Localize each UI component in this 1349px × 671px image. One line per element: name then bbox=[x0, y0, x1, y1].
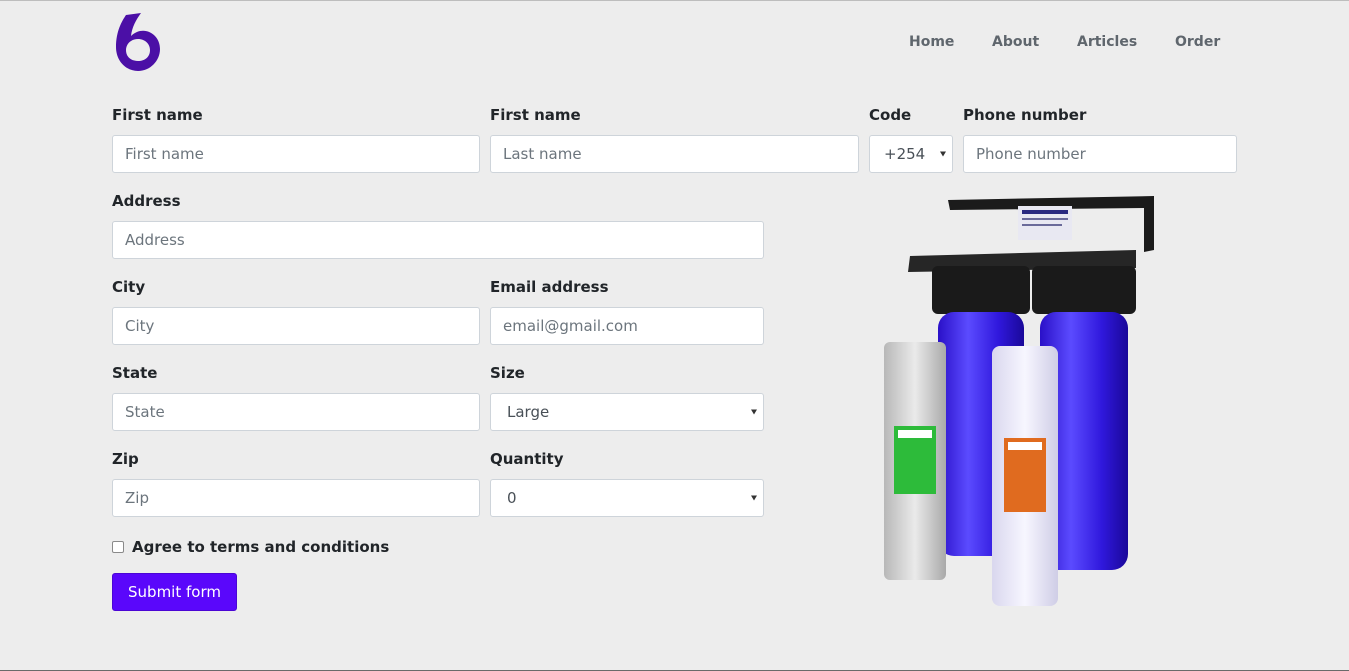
address-label: Address bbox=[112, 192, 181, 210]
nav-order-link[interactable]: Order bbox=[1175, 34, 1220, 50]
first-name-label: First name bbox=[112, 106, 203, 124]
city-input[interactable] bbox=[112, 307, 480, 345]
terms-checkbox[interactable] bbox=[112, 541, 124, 553]
chevron-down-icon bbox=[751, 409, 757, 415]
nav-home-link[interactable]: Home bbox=[909, 34, 954, 50]
main-nav: Home About Articles Order bbox=[0, 34, 1349, 54]
country-code-select[interactable]: +254 bbox=[869, 135, 953, 173]
state-input[interactable] bbox=[112, 393, 480, 431]
chevron-down-icon bbox=[751, 495, 757, 501]
terms-row: Agree to terms and conditions bbox=[112, 537, 389, 557]
address-input[interactable] bbox=[112, 221, 764, 259]
nav-articles-link[interactable]: Articles bbox=[1077, 34, 1137, 50]
quantity-select[interactable]: 0 bbox=[490, 479, 764, 517]
zip-input[interactable] bbox=[112, 479, 480, 517]
water-filter-product-image bbox=[884, 196, 1154, 606]
phone-label: Phone number bbox=[963, 106, 1087, 124]
quantity-label: Quantity bbox=[490, 450, 564, 468]
terms-label[interactable]: Agree to terms and conditions bbox=[132, 538, 389, 556]
zip-label: Zip bbox=[112, 450, 139, 468]
code-label: Code bbox=[869, 106, 912, 124]
size-label: Size bbox=[490, 364, 525, 382]
chevron-down-icon bbox=[940, 151, 946, 157]
last-name-label: First name bbox=[490, 106, 581, 124]
country-code-value: +254 bbox=[884, 145, 926, 163]
email-label: Email address bbox=[490, 278, 609, 296]
first-name-input[interactable] bbox=[112, 135, 480, 173]
nav-about-link[interactable]: About bbox=[992, 34, 1039, 50]
submit-button[interactable]: Submit form bbox=[112, 573, 237, 611]
quantity-value: 0 bbox=[507, 489, 517, 507]
last-name-input[interactable] bbox=[490, 135, 859, 173]
size-value: Large bbox=[507, 403, 550, 421]
phone-input[interactable] bbox=[963, 135, 1237, 173]
city-label: City bbox=[112, 278, 146, 296]
state-label: State bbox=[112, 364, 158, 382]
email-input[interactable] bbox=[490, 307, 764, 345]
size-select[interactable]: Large bbox=[490, 393, 764, 431]
